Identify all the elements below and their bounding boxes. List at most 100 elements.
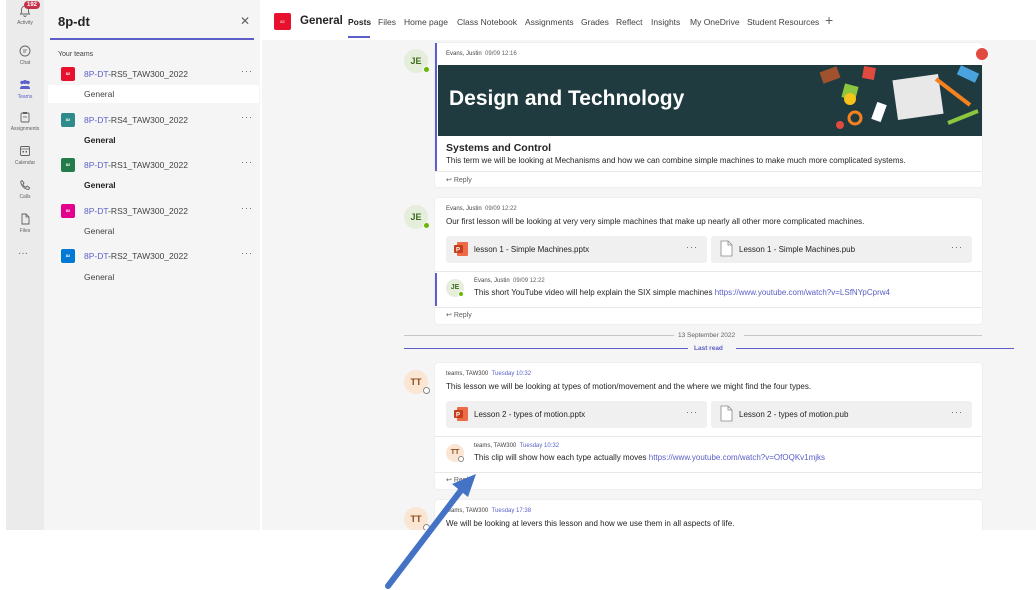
rail-activity[interactable]: 192 Activity — [6, 1, 44, 26]
author-name[interactable]: teams, TAW300 — [446, 508, 488, 514]
more-options-icon[interactable]: ··· — [686, 242, 698, 252]
file-name: Lesson 1 - Simple Machines.pub — [739, 245, 856, 254]
channel-name: General — [84, 180, 116, 190]
reply-separator — [435, 171, 982, 172]
more-options-icon[interactable]: ··· — [241, 66, 253, 76]
tab-home-page[interactable]: Home page — [404, 17, 448, 27]
rail-calendar[interactable]: Calendar — [6, 144, 44, 166]
file-attachment[interactable]: P Lesson 2 - types of motion.pptx ··· — [446, 401, 707, 428]
rail-teams[interactable]: Teams — [6, 78, 44, 100]
document-icon — [720, 240, 733, 257]
activity-badge: 192 — [24, 1, 41, 9]
tab-grades[interactable]: Grades — [581, 17, 609, 27]
more-options-icon[interactable]: ··· — [951, 242, 963, 252]
post-meta: Evans, Justin 09/09 12:16 — [446, 51, 517, 57]
file-name: Lesson 2 - types of motion.pptx — [474, 410, 586, 419]
rail-chat[interactable]: Chat — [6, 44, 44, 66]
tab-assignments[interactable]: Assignments — [525, 17, 574, 27]
reply-separator — [435, 271, 982, 272]
channel-avatar: 82 — [274, 13, 291, 30]
close-icon[interactable]: ✕ — [240, 14, 250, 28]
channel-item[interactable]: General — [48, 85, 259, 103]
team-avatar: 82 — [61, 249, 75, 263]
phone-icon — [20, 179, 31, 190]
team-item[interactable]: 82 8P-DT-RS3_TAW300_2022 ··· — [44, 202, 260, 222]
document-icon — [720, 405, 733, 422]
author-name[interactable]: teams, TAW300 — [474, 443, 516, 449]
file-attachment[interactable]: P lesson 1 - Simple Machines.pptx ··· — [446, 236, 707, 263]
tab-files[interactable]: Files — [378, 17, 396, 27]
tab-reflect[interactable]: Reflect — [616, 17, 642, 27]
reply-time: Tuesday 10:32 — [519, 443, 560, 449]
more-options-icon[interactable]: ··· — [241, 203, 253, 213]
rail-calls[interactable]: Calls — [6, 178, 44, 200]
channel-item[interactable]: General — [48, 131, 259, 149]
channel-item[interactable]: General — [48, 176, 259, 194]
author-name[interactable]: Evans, Justin — [446, 51, 482, 57]
more-options-icon[interactable]: ··· — [686, 407, 698, 417]
video-link[interactable]: https://www.youtube.com/watch?v=OfOQKv1m… — [649, 453, 825, 462]
reply-button[interactable]: ↩ Reply — [446, 176, 472, 184]
post-heading: Systems and Control — [446, 142, 552, 154]
tab-student-resources[interactable]: Student Resources — [747, 17, 819, 27]
presence-available-icon — [423, 222, 430, 229]
rail-label: Files — [19, 228, 31, 234]
more-options-icon[interactable]: ··· — [951, 407, 963, 417]
post-card: teams, TAW300 Tuesday 10:32 This lesson … — [435, 363, 982, 489]
rail-more-apps[interactable]: ··· — [18, 248, 28, 259]
channel-item[interactable]: General — [48, 268, 259, 286]
team-item[interactable]: 82 8P-DT-RS4_TAW300_2022 ··· — [44, 111, 260, 131]
team-item[interactable]: 82 8P-DT-RS1_TAW300_2022 ··· — [44, 156, 260, 176]
tab-my-onedrive[interactable]: My OneDrive — [690, 17, 740, 27]
file-name: lesson 1 - Simple Machines.pptx — [474, 245, 590, 254]
video-link[interactable]: https://www.youtube.com/watch?v=LSfNYpCp… — [715, 288, 890, 297]
team-name: 8P-DT-RS4_TAW300_2022 — [84, 115, 188, 125]
team-item[interactable]: 82 8P-DT-RS5_TAW300_2022 ··· — [44, 65, 260, 85]
reply-accent-bar — [435, 273, 437, 306]
teams-icon — [20, 80, 30, 89]
tab-class-notebook[interactable]: Class Notebook — [457, 17, 517, 27]
rail-label: Calls — [19, 194, 31, 200]
post-text: Our first lesson will be looking at very… — [446, 217, 865, 226]
reply-button[interactable]: ↩ Reply — [446, 311, 472, 319]
tab-insights[interactable]: Insights — [651, 17, 680, 27]
add-tab-button[interactable]: + — [825, 12, 833, 28]
posts-feed[interactable]: JE Evans, Justin 09/09 12:16 Systems and… — [262, 40, 1036, 530]
tab-posts[interactable]: Posts — [348, 17, 371, 27]
last-read-line — [736, 348, 1014, 349]
more-options-icon[interactable]: ··· — [241, 248, 253, 258]
author-name[interactable]: teams, TAW300 — [446, 371, 488, 377]
file-attachment[interactable]: Lesson 1 - Simple Machines.pub ··· — [711, 236, 972, 263]
rail-files[interactable]: Files — [6, 212, 44, 234]
file-icon — [21, 213, 30, 225]
team-name: 8P-DT-RS1_TAW300_2022 — [84, 160, 188, 170]
file-attachment[interactable]: Lesson 2 - types of motion.pub ··· — [711, 401, 972, 428]
channel-name: General — [84, 135, 116, 145]
post-meta: Evans, Justin 09/09 12:22 — [446, 206, 517, 212]
active-tab-indicator — [348, 36, 370, 38]
channel-name: General — [84, 89, 115, 99]
channel-item[interactable]: General — [48, 222, 259, 240]
rail-assignments[interactable]: Assignments — [6, 110, 44, 132]
reply-button[interactable]: ↩ Reply — [446, 476, 472, 484]
more-options-icon[interactable]: ··· — [241, 157, 253, 167]
presence-offline-icon — [423, 387, 430, 394]
reply-separator — [435, 436, 982, 437]
more-options-icon[interactable]: ··· — [241, 112, 253, 122]
post-meta: teams, TAW300 Tuesday 10:32 — [446, 371, 531, 377]
reply-meta: Evans, Justin 09/09 12:22 — [474, 278, 545, 284]
team-avatar: 82 — [61, 67, 75, 81]
announcement-badge-icon — [975, 47, 989, 61]
panel-underline — [50, 38, 254, 40]
author-name[interactable]: Evans, Justin — [446, 206, 482, 212]
tools-illustration — [819, 65, 980, 129]
rail-label: Assignments — [10, 126, 40, 132]
last-read-marker: Last read — [694, 345, 723, 352]
post-time: Tuesday 10:32 — [491, 371, 532, 377]
presence-available-icon — [458, 291, 464, 297]
author-name[interactable]: Evans, Justin — [474, 278, 510, 284]
presence-available-icon — [423, 66, 430, 73]
team-item[interactable]: 82 8P-DT-RS2_TAW300_2022 ··· — [44, 247, 260, 267]
calendar-icon — [20, 146, 30, 156]
reply-separator — [435, 472, 982, 473]
